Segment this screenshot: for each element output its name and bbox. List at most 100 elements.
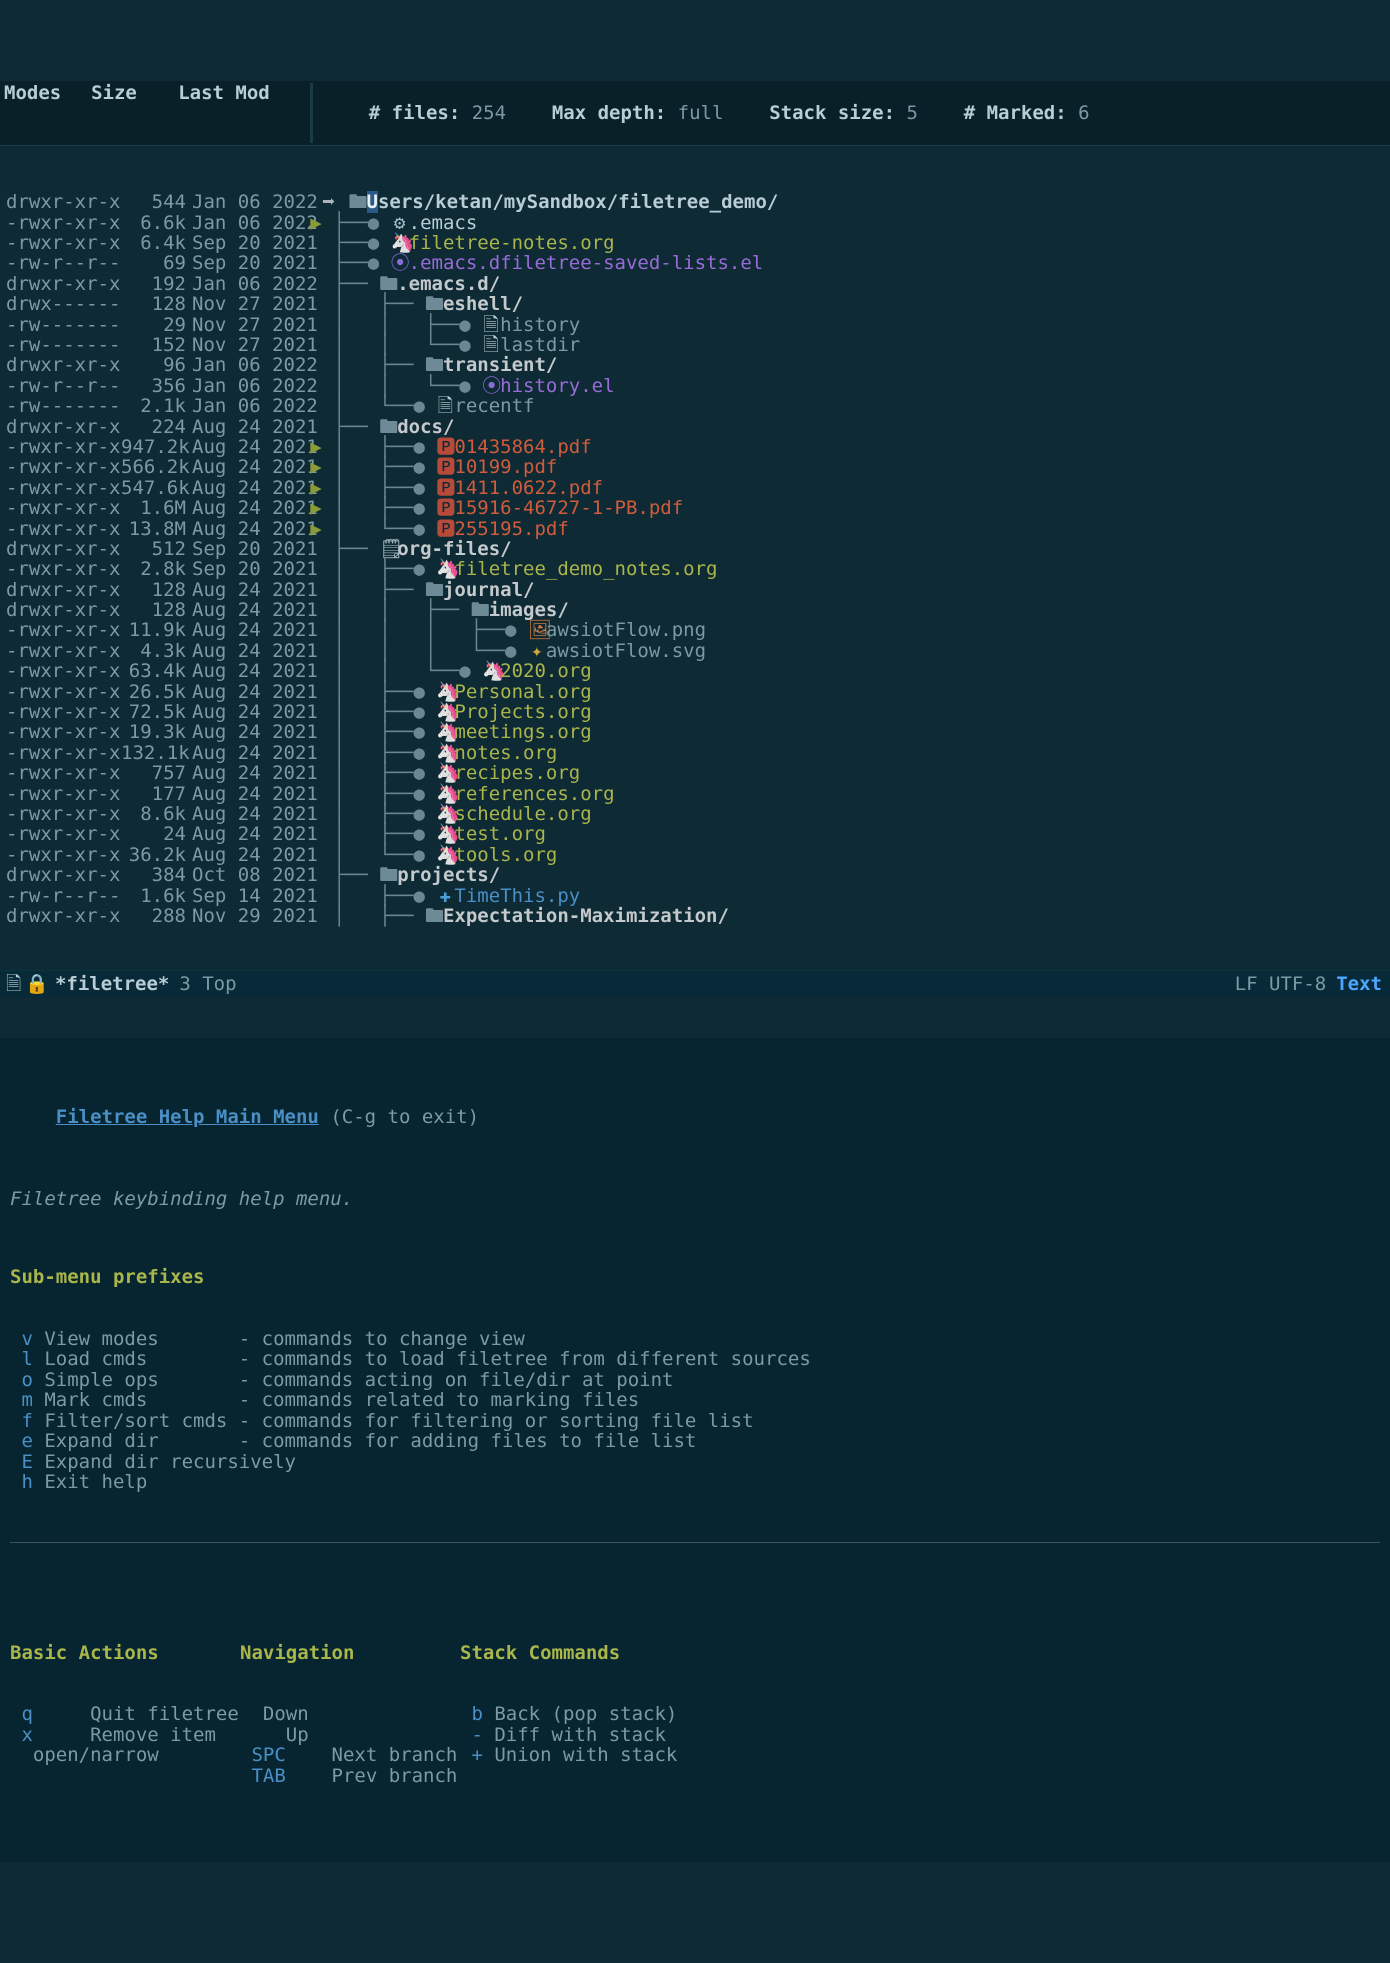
file-name[interactable]: 1411.0622.pdf (454, 478, 603, 498)
file-name[interactable]: Expectation-Maximization/ (443, 906, 729, 926)
key-description: Prev branch (332, 1765, 458, 1787)
tree-row[interactable]: -rwxr-xr-x13.8MAug 24 2021▶ │ └──● 🅿 255… (0, 518, 1390, 538)
file-name[interactable]: .emacs.dfiletree-saved-lists.el (409, 253, 764, 273)
key-binding[interactable]: q (10, 1703, 79, 1725)
file-name[interactable]: recentf (454, 396, 534, 416)
key-binding[interactable]: + (460, 1744, 483, 1766)
key-binding[interactable] (10, 1744, 21, 1766)
tree-row[interactable]: -rwxr-xr-x36.2kAug 24 2021 │ └──● 🦄 tool… (0, 845, 1390, 865)
key-binding[interactable]: SPC (240, 1744, 320, 1766)
file-name[interactable]: recipes.org (454, 763, 580, 783)
file-date: Jan 06 2022 (186, 192, 310, 212)
org-icon: 🦄 (391, 233, 409, 253)
tree-row[interactable]: -rw-r--r--1.6kSep 14 2021 │ ├──● ✚ TimeT… (0, 885, 1390, 905)
tree-row[interactable]: -rwxr-xr-x6.6kJan 06 2022▶ ├──● ⚙ .emacs (0, 213, 1390, 233)
file-name[interactable]: .emacs (409, 213, 478, 233)
file-name[interactable]: references.org (454, 784, 614, 804)
file-name[interactable]: notes.org (454, 743, 557, 763)
tree-row[interactable]: drwxr-xr-x544Jan 06 2022 ➡ 🖿 Users/ketan… (0, 192, 1390, 212)
file-name[interactable]: meetings.org (454, 722, 591, 742)
tree-row[interactable]: -rwxr-xr-x72.5kAug 24 2021 │ ├──● 🦄 Proj… (0, 702, 1390, 722)
file-name[interactable]: 01435864.pdf (454, 437, 591, 457)
key-binding[interactable]: v (10, 1328, 33, 1350)
file-name[interactable]: .emacs.d/ (397, 274, 500, 294)
tree-row[interactable]: -rw-r--r--69Sep 20 2021 ├──● ⦿ .emacs.df… (0, 253, 1390, 273)
tree-row[interactable]: -rwxr-xr-x19.3kAug 24 2021 │ ├──● 🦄 meet… (0, 722, 1390, 742)
key-binding[interactable]: TAB (240, 1765, 320, 1787)
key-binding[interactable]: x (10, 1724, 79, 1746)
file-name[interactable]: history.el (500, 376, 614, 396)
file-name[interactable]: transient/ (443, 355, 557, 375)
tree-row[interactable]: -rwxr-xr-x566.2kAug 24 2021▶ │ ├──● 🅿 10… (0, 457, 1390, 477)
key-binding[interactable] (240, 1724, 274, 1746)
file-name[interactable]: docs/ (397, 417, 454, 437)
tree-row[interactable]: -rwxr-xr-x177Aug 24 2021 │ ├──● 🦄 refere… (0, 783, 1390, 803)
file-name[interactable]: Projects.org (454, 702, 591, 722)
key-binding[interactable]: b (460, 1703, 483, 1725)
buffer-icon: 🗎 (6, 974, 21, 994)
file-name[interactable]: filetree_demo_notes.org (454, 559, 717, 579)
tree-row[interactable]: drwxr-xr-x128Aug 24 2021 │ ├── 🖿 journal… (0, 580, 1390, 600)
key-binding[interactable] (240, 1703, 251, 1725)
tree-row[interactable]: drwxr-xr-x96Jan 06 2022 │ ├── 🖿 transien… (0, 355, 1390, 375)
file-name[interactable]: images/ (489, 600, 569, 620)
tree-row[interactable]: drwxr-xr-x288Nov 29 2021 │ ├── 🖿 Expecta… (0, 906, 1390, 926)
file-name[interactable]: tools.org (454, 845, 557, 865)
tree-row[interactable]: -rwxr-xr-x26.5kAug 24 2021 │ ├──● 🦄 Pers… (0, 682, 1390, 702)
file-name[interactable]: Personal.org (454, 682, 591, 702)
file-name[interactable]: test.org (454, 824, 546, 844)
tree-row[interactable]: -rwxr-xr-x63.4kAug 24 2021 │ │ └──● 🦄 20… (0, 661, 1390, 681)
file-name[interactable]: history (500, 315, 580, 335)
tree-row[interactable]: -rwxr-xr-x132.1kAug 24 2021 │ ├──● 🦄 not… (0, 743, 1390, 763)
file-modes: -rwxr-xr-x (6, 804, 121, 824)
file-name[interactable]: journal/ (443, 580, 535, 600)
tree-row[interactable]: drwxr-xr-x512Sep 20 2021 ├── 🗒 org-files… (0, 539, 1390, 559)
key-binding[interactable]: l (10, 1348, 33, 1370)
key-binding[interactable]: o (10, 1369, 33, 1391)
tree-row[interactable]: -rwxr-xr-x947.2kAug 24 2021▶ │ ├──● 🅿 01… (0, 437, 1390, 457)
tree-row[interactable]: -rwxr-xr-x24Aug 24 2021 │ ├──● 🦄 test.or… (0, 824, 1390, 844)
tree-row[interactable]: drwxr-xr-x224Aug 24 2021 ├── 🖿 docs/ (0, 416, 1390, 436)
file-name[interactable]: 2020.org (500, 661, 592, 681)
file-name[interactable]: filetree-notes.org (409, 233, 615, 253)
file-name[interactable]: 15916-46727-1-PB.pdf (454, 498, 683, 518)
file-name[interactable]: 255195.pdf (454, 519, 568, 539)
tree-row[interactable]: -rwxr-xr-x757Aug 24 2021 │ ├──● 🦄 recipe… (0, 763, 1390, 783)
tree-row[interactable]: -rw-------152Nov 27 2021 │ │ └──● 🗎 last… (0, 335, 1390, 355)
key-binding[interactable]: h (10, 1471, 33, 1493)
file-name[interactable]: awsiotFlow.png (546, 620, 706, 640)
file-name[interactable]: 10199.pdf (454, 457, 557, 477)
file-name[interactable]: awsiotFlow.svg (546, 641, 706, 661)
org-icon: 🦄 (436, 824, 454, 844)
tree-row[interactable]: -rwxr-xr-x1.6MAug 24 2021▶ │ ├──● 🅿 1591… (0, 498, 1390, 518)
file-name[interactable]: lastdir (500, 335, 580, 355)
file-name[interactable]: TimeThis.py (454, 886, 580, 906)
file-name[interactable]: org-files/ (397, 539, 511, 559)
key-binding[interactable]: m (10, 1389, 33, 1411)
file-size: 19.3k (121, 722, 186, 742)
tree-row[interactable]: -rwxr-xr-x11.9kAug 24 2021 │ │ │ ├──● 🖼 … (0, 620, 1390, 640)
tree-row[interactable]: -rwxr-xr-x8.6kAug 24 2021 │ ├──● 🦄 sched… (0, 804, 1390, 824)
help-title[interactable]: Filetree Help Main Menu (56, 1106, 319, 1128)
tree-row[interactable]: -rw-------2.1kJan 06 2022 │ └──● 🗎 recen… (0, 396, 1390, 416)
tree-row[interactable]: -rwxr-xr-x4.3kAug 24 2021 │ │ │ └──● ✦ a… (0, 641, 1390, 661)
tree-row[interactable]: drwx------128Nov 27 2021 │ ├── 🖿 eshell/ (0, 294, 1390, 314)
tree-row[interactable]: drwxr-xr-x192Jan 06 2022 ├── 🖿 .emacs.d/ (0, 274, 1390, 294)
folder-icon: 🖿 (379, 274, 397, 294)
tree-row[interactable]: -rwxr-xr-x547.6kAug 24 2021▶ │ ├──● 🅿 14… (0, 478, 1390, 498)
file-name[interactable]: eshell/ (443, 294, 523, 314)
file-name[interactable]: projects/ (397, 865, 500, 885)
tree-row[interactable]: -rwxr-xr-x2.8kSep 20 2021 │ ├──● 🦄 filet… (0, 559, 1390, 579)
tree-row[interactable]: drwxr-xr-x128Aug 24 2021 │ │ ├── 🖿 image… (0, 600, 1390, 620)
tree-row[interactable]: -rw-r--r--356Jan 06 2022 │ │ └──● ⦿ hist… (0, 376, 1390, 396)
key-binding[interactable]: - (460, 1724, 483, 1746)
file-modes: -rwxr-xr-x (6, 620, 121, 640)
file-name[interactable]: schedule.org (454, 804, 591, 824)
key-binding[interactable]: f (10, 1410, 33, 1432)
tree-row[interactable]: -rwxr-xr-x6.4kSep 20 2021 ├──● 🦄 filetre… (0, 233, 1390, 253)
tree-row[interactable]: drwxr-xr-x384Oct 08 2021 ├── 🖿 projects/ (0, 865, 1390, 885)
file-tree[interactable]: drwxr-xr-x544Jan 06 2022 ➡ 🖿 Users/ketan… (0, 186, 1390, 926)
key-binding[interactable]: E (10, 1451, 33, 1473)
key-binding[interactable]: e (10, 1430, 33, 1452)
tree-row[interactable]: -rw-------29Nov 27 2021 │ │ ├──● 🗎 histo… (0, 314, 1390, 334)
